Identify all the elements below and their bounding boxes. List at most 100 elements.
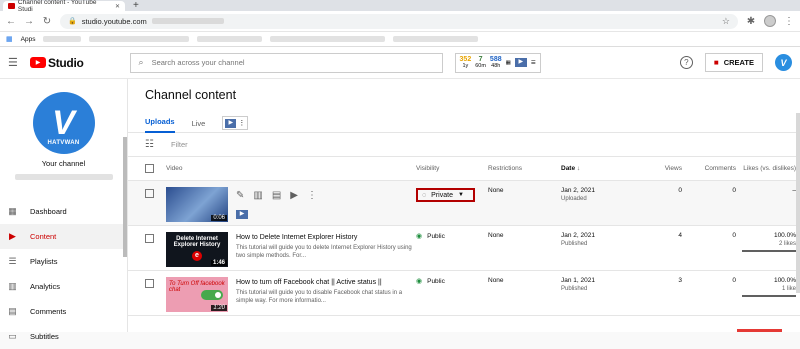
column-likes[interactable]: Likes (vs. dislikes) (736, 165, 796, 172)
bookmark-star-icon[interactable]: ☆ (722, 16, 730, 27)
studio-logo[interactable]: ▶ Studio (30, 56, 84, 70)
sidebar-item-dashboard[interactable]: ▦ Dashboard (0, 199, 127, 224)
visibility-value: Private (431, 191, 453, 199)
table-row[interactable]: Delete Internet Explorer History e 1:46 … (128, 226, 800, 271)
apps-bookmark[interactable]: Apps (21, 36, 36, 43)
studio-logo-text: Studio (48, 55, 84, 70)
table-row[interactable]: 0:06 ✎ ▥ ▤ ▶ ⋮ ▶ ◌ Private ▼ None Jan 2,… (128, 181, 800, 226)
visibility-cell: ◉ Public (416, 232, 488, 241)
bookmark-redacted (89, 36, 190, 42)
sidebar-item-comments[interactable]: ▤ Comments (0, 299, 127, 324)
bookmark-redacted (43, 36, 82, 42)
dropdown-arrow-icon: ▼ (457, 192, 464, 198)
visibility-cell: ◌ Private ▼ (416, 187, 488, 202)
page-title: Channel content (145, 88, 237, 102)
date-cell: Jan 1, 2021 Published (561, 277, 595, 292)
comments-cell: 0 (732, 232, 736, 239)
likes-bar (742, 250, 796, 252)
column-date[interactable]: Date ↓ (561, 165, 646, 172)
forward-icon[interactable]: → (24, 16, 34, 27)
video-title[interactable]: How to turn off Facebook chat || Active … (236, 279, 416, 286)
close-tab-icon[interactable]: ✕ (115, 3, 120, 10)
sidebar-item-content[interactable]: ▶ Content (0, 224, 127, 249)
visibility-dropdown[interactable]: ◌ Private ▼ (416, 188, 475, 202)
sidebar-scrollbar[interactable] (123, 137, 127, 257)
new-tab-button[interactable]: + (133, 1, 139, 11)
column-views[interactable]: Views (646, 165, 682, 172)
video-duration: 0:06 (211, 215, 227, 221)
account-avatar[interactable]: V (775, 54, 792, 71)
likes-cell: 100.0% 2 likes (736, 232, 796, 252)
channel-name-redacted (14, 174, 113, 180)
stats-thumbnail: ▶ (514, 58, 527, 67)
url-field[interactable]: 🔒 studio.youtube.com ☆ (60, 13, 738, 29)
more-options-icon[interactable]: ⋮ (307, 190, 317, 201)
extensions-icon[interactable]: ✱ (746, 16, 756, 27)
your-channel-label: Your channel (41, 159, 86, 168)
extension-thumb-icon[interactable]: ▶ (236, 210, 248, 219)
channel-avatar[interactable]: V HATVWAN (32, 92, 95, 154)
help-icon[interactable]: ? (679, 56, 693, 69)
content-scrollbar[interactable] (796, 113, 800, 293)
table-header: Video Visibility Restrictions Date ↓ Vie… (128, 157, 800, 181)
video-thumbnail[interactable]: To Turn Off facebook chat 1:20 (166, 277, 228, 312)
create-button[interactable]: ■ CREATE (704, 53, 763, 72)
stats-widget[interactable]: 352 1y 7 60m 588 48h ▦ ▶ ☰ (454, 52, 541, 73)
likes-cell: – (792, 187, 796, 194)
row-checkbox[interactable] (145, 279, 154, 288)
tab-live[interactable]: Live (192, 119, 206, 133)
tab-uploads[interactable]: Uploads (145, 117, 175, 133)
visibility-cell: ◉ Public (416, 277, 488, 286)
video-duration: 1:46 (210, 260, 227, 266)
sidebar-item-analytics[interactable]: ▥ Analytics (0, 274, 127, 299)
filter-bar[interactable]: ☷ Filter (128, 133, 800, 157)
column-comments[interactable]: Comments (682, 165, 736, 172)
tab-extension[interactable]: ▶ ⋮ (222, 116, 249, 130)
youtube-icon[interactable]: ▶ (290, 190, 298, 201)
views-cell: 3 (678, 277, 682, 284)
profile-avatar-icon[interactable] (764, 15, 776, 27)
sidebar-item-playlists[interactable]: ☰ Playlists (0, 249, 127, 274)
comments-icon[interactable]: ▤ (272, 190, 281, 201)
stats-chart-icon: ▦ (505, 59, 511, 66)
search-box[interactable]: ⌕ (129, 52, 443, 73)
video-duration: 1:20 (211, 305, 227, 311)
search-icon: ⌕ (138, 57, 144, 67)
eye-icon: ◉ (416, 233, 423, 240)
search-input[interactable] (151, 58, 422, 67)
row-checkbox[interactable] (145, 189, 154, 198)
stat-1y: 352 1y (459, 55, 472, 69)
table-row[interactable]: To Turn Off facebook chat 1:20 How to tu… (128, 271, 800, 316)
views-cell: 0 (678, 187, 682, 194)
url-text: studio.youtube.com (81, 16, 147, 26)
browser-tab[interactable]: Channel content - YouTube Studi ✕ (3, 0, 125, 13)
browser-menu-icon[interactable]: ⋮ (784, 16, 794, 27)
url-redacted (151, 18, 224, 24)
select-all-checkbox[interactable] (145, 164, 154, 173)
thumbnail-text: Delete Internet Explorer History (173, 236, 221, 248)
video-thumbnail[interactable]: Delete Internet Explorer History e 1:46 (166, 232, 228, 267)
back-icon[interactable]: ← (6, 16, 16, 27)
column-restrictions[interactable]: Restrictions (488, 165, 561, 172)
video-title[interactable]: How to Delete Internet Explorer History (236, 234, 416, 241)
menu-icon[interactable]: ☰ (8, 56, 22, 69)
analytics-icon[interactable]: ▥ (253, 190, 262, 201)
column-visibility[interactable]: Visibility (416, 165, 488, 172)
sidebar-item-subtitles[interactable]: ▭ Subtitles (0, 324, 127, 349)
row-checkbox[interactable] (145, 234, 154, 243)
video-thumbnail[interactable]: 0:06 (166, 187, 228, 222)
apps-grid-icon[interactable]: ▦ (6, 35, 13, 43)
likes-cell: 100.0% 1 like (736, 277, 796, 297)
visibility-value: Public (427, 277, 445, 285)
reload-icon[interactable]: ↻ (42, 16, 52, 27)
filter-icon[interactable]: ☷ (145, 139, 154, 150)
comments-icon: ▤ (8, 306, 17, 316)
edit-icon[interactable]: ✎ (236, 190, 244, 201)
youtube-logo-icon: ▶ (30, 57, 46, 68)
filter-input[interactable]: Filter (171, 140, 188, 149)
restrictions-cell: None (488, 277, 504, 284)
video-camera-icon: ■ (713, 58, 719, 67)
stats-menu-icon[interactable]: ☰ (531, 60, 536, 66)
visibility-value: Public (427, 232, 445, 240)
video-description: This tutorial will guide you to delete I… (236, 245, 412, 259)
